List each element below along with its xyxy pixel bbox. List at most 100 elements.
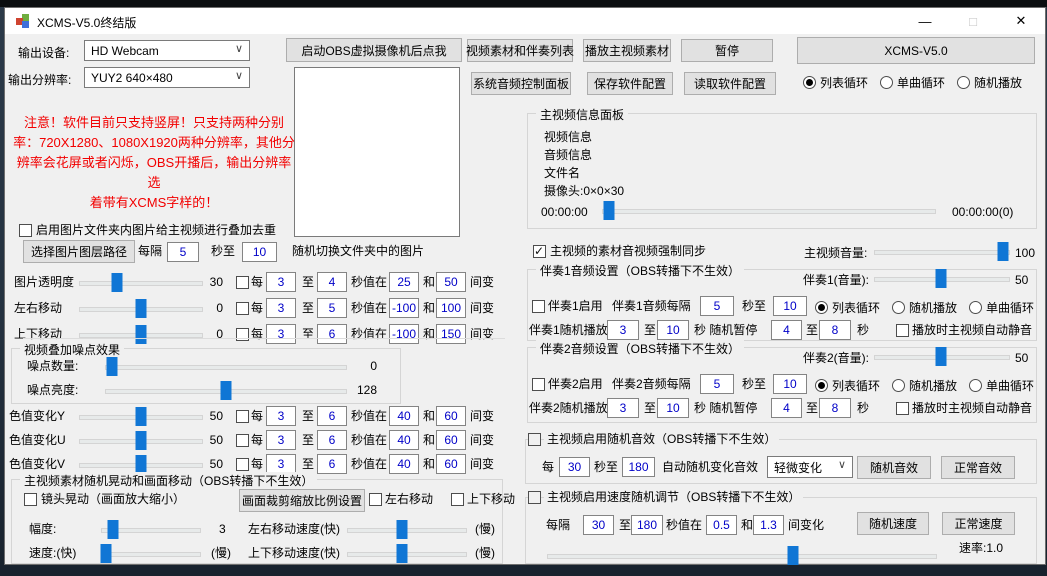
info-panel-title: 主视频信息面板 <box>536 106 628 123</box>
accomp2-radio-list-loop[interactable] <box>815 379 828 392</box>
speed-enable-checkbox[interactable] <box>528 491 541 504</box>
accomp1-rto-input[interactable]: 10 <box>657 320 689 340</box>
speed-min-input[interactable]: 0.5 <box>706 515 737 535</box>
accomp1-pfrom-input[interactable]: 4 <box>771 320 802 340</box>
fx-combo-value: 轻微变化 <box>774 459 822 476</box>
random-speed-button[interactable]: 随机速度 <box>857 512 929 535</box>
accomp1-radio-list-loop[interactable] <box>815 301 828 314</box>
he-label: 和 <box>423 433 435 448</box>
opacity-min-input[interactable]: 25 <box>389 272 419 292</box>
shake-lr-checkbox[interactable] <box>369 493 382 506</box>
radio-list-loop[interactable] <box>803 76 816 89</box>
color-u-time-to-input[interactable]: 6 <box>317 430 347 450</box>
opacity-auto-checkbox[interactable] <box>236 276 249 289</box>
normal-fx-button[interactable]: 正常音效 <box>941 456 1015 479</box>
color-u-max-input[interactable]: 60 <box>436 430 466 450</box>
accomp2-rto-input[interactable]: 10 <box>657 398 689 418</box>
accomp1-volume-value: 50 <box>1012 273 1031 288</box>
shake-speed-slider[interactable] <box>101 544 201 563</box>
speed-to-input[interactable]: 180 <box>631 515 663 535</box>
accomp2-rfrom-input[interactable]: 3 <box>607 398 639 418</box>
chevron-down-icon[interactable]: ∨ <box>235 42 243 55</box>
opacity-max-input[interactable]: 50 <box>436 272 466 292</box>
radio-single-loop-label: 单曲循环 <box>897 74 945 91</box>
accomp2-from-input[interactable]: 5 <box>700 374 734 394</box>
crop-scale-button[interactable]: 画面裁剪缩放比例设置 <box>239 489 365 512</box>
fx-to-input[interactable]: 180 <box>622 457 655 477</box>
color-u-auto-checkbox[interactable] <box>236 434 249 447</box>
fx-combobox[interactable]: 轻微变化 ∨ <box>767 456 853 478</box>
select-image-path-button[interactable]: 选择图片图层路径 <box>23 240 135 263</box>
output-resolution-value: YUY2 640×480 <box>91 71 173 85</box>
accomp1-pto-input[interactable]: 8 <box>819 320 851 340</box>
color-u-time-from-input[interactable]: 3 <box>266 430 296 450</box>
accomp2-volume-value: 50 <box>1012 351 1031 366</box>
zhi-label: 至 <box>619 518 631 533</box>
radio-single-loop[interactable] <box>880 76 893 89</box>
start-obs-button[interactable]: 启动OBS虚拟摄像机后点我 <box>286 38 462 62</box>
main-volume-slider[interactable] <box>874 242 1010 261</box>
image-interval-from-input[interactable]: 5 <box>167 242 199 262</box>
fx-enable-checkbox[interactable] <box>528 433 541 446</box>
chevron-down-icon[interactable]: ∨ <box>838 458 846 471</box>
accomp1-to-input[interactable]: 10 <box>773 296 807 316</box>
image-interval-to-input[interactable]: 10 <box>242 242 277 262</box>
accomp2-pto-input[interactable]: 8 <box>819 398 851 418</box>
random-fx-button[interactable]: 随机音效 <box>857 456 931 479</box>
opacity-time-from-input[interactable]: 3 <box>266 272 296 292</box>
accomp2-enable-label: 伴奏2启用 <box>548 377 603 392</box>
accomp2-volume-slider[interactable] <box>874 347 1010 366</box>
chevron-down-icon[interactable]: ∨ <box>235 69 243 82</box>
accomp1-radio-random[interactable] <box>892 301 905 314</box>
accomp2-radio-random[interactable] <box>892 379 905 392</box>
normal-speed-button[interactable]: 正常速度 <box>942 512 1015 535</box>
accomp2-radio-single[interactable] <box>969 379 982 392</box>
status-listbox[interactable] <box>294 67 460 237</box>
accomp2-enable-checkbox[interactable] <box>532 378 545 391</box>
accomp1-radio-single[interactable] <box>969 301 982 314</box>
accomp1-mute-checkbox[interactable] <box>896 324 909 337</box>
accomp1-pause-label: 秒 随机暂停 <box>694 323 757 338</box>
color-u-slider[interactable] <box>79 431 203 450</box>
accomp1-rfrom-input[interactable]: 3 <box>607 320 639 340</box>
random-switch-label: 随机切换文件夹中的图片 <box>292 244 424 259</box>
material-list-button[interactable]: 视频素材和伴奏列表 <box>467 39 573 62</box>
speed-max-input[interactable]: 1.3 <box>753 515 784 535</box>
fx-every-label: 每 <box>542 460 554 475</box>
timeline-slider[interactable] <box>602 201 936 220</box>
pause-button[interactable]: 暂停 <box>681 39 773 62</box>
speed-row: 每隔 30 至 180 秒值在 0.5 和 1.3 间变化 随机速度 正常速度 <box>5 514 1045 538</box>
accomp1-from-input[interactable]: 5 <box>700 296 734 316</box>
color-u-min-input[interactable]: 40 <box>389 430 419 450</box>
lens-shake-checkbox[interactable] <box>24 493 37 506</box>
accomp1-enable-checkbox[interactable] <box>532 300 545 313</box>
zhi-label: 至 <box>302 275 314 290</box>
save-config-button[interactable]: 保存软件配置 <box>587 72 673 95</box>
noise-count-value: 0 <box>351 359 377 374</box>
play-main-video-button[interactable]: 播放主视频素材 <box>583 39 671 62</box>
accomp2-to-input[interactable]: 10 <box>773 374 807 394</box>
accomp1-volume-slider[interactable] <box>874 269 1010 288</box>
he-label: 和 <box>423 275 435 290</box>
output-resolution-combobox[interactable]: YUY2 640×480 ∨ <box>84 67 250 88</box>
accomp2-mute-label: 播放时主视频自动静音 <box>912 401 1032 416</box>
speed-slider[interactable] <box>547 546 937 565</box>
filename-line: 文件名 <box>544 166 580 181</box>
overlay-enable-checkbox[interactable] <box>19 224 32 237</box>
system-audio-panel-button[interactable]: 系统音频控制面板 <box>471 72 571 95</box>
opacity-slider[interactable] <box>79 273 203 292</box>
load-config-button[interactable]: 读取软件配置 <box>684 72 776 95</box>
output-device-combobox[interactable]: HD Webcam ∨ <box>84 40 250 61</box>
accomp2-mute-checkbox[interactable] <box>896 402 909 415</box>
radio-random-play[interactable] <box>957 76 970 89</box>
speed-from-input[interactable]: 30 <box>583 515 614 535</box>
xcms-button[interactable]: XCMS-V5.0 <box>797 37 1035 64</box>
color-u-value: 50 <box>195 433 223 448</box>
ud-speed-slider[interactable] <box>347 544 467 563</box>
slow-label: (慢) <box>211 546 231 561</box>
accomp2-pfrom-input[interactable]: 4 <box>771 398 802 418</box>
av-sync-checkbox[interactable] <box>533 245 546 258</box>
fx-from-input[interactable]: 30 <box>559 457 590 477</box>
opacity-time-to-input[interactable]: 4 <box>317 272 347 292</box>
shake-ud-checkbox[interactable] <box>451 493 464 506</box>
